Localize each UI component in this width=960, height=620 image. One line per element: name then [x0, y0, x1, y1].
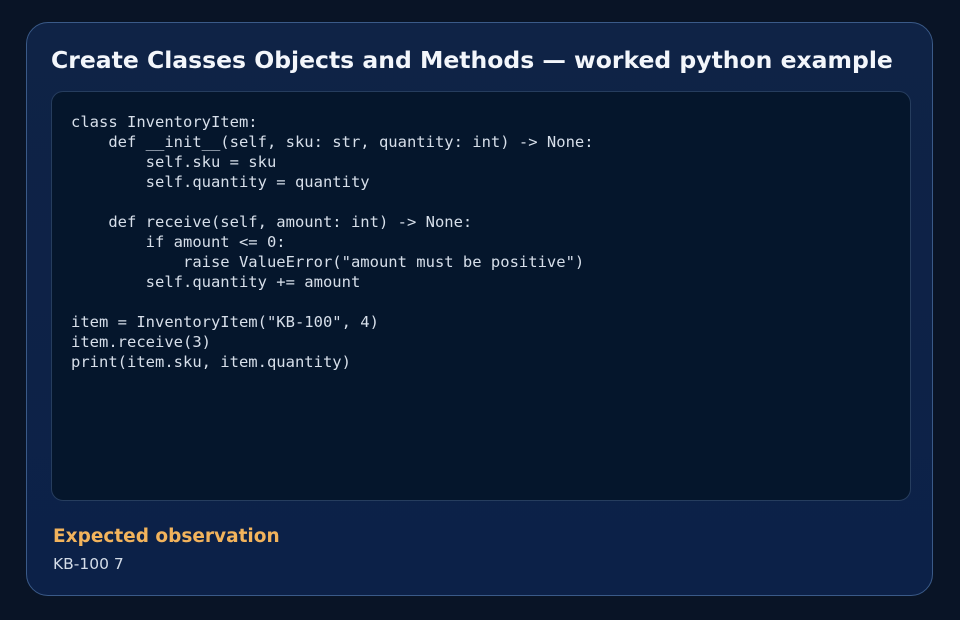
page-title: Create Classes Objects and Methods — wor…	[51, 46, 893, 74]
code-block: class InventoryItem: def __init__(self, …	[51, 91, 911, 501]
expected-observation-value: KB-100 7	[53, 555, 124, 573]
code-text: class InventoryItem: def __init__(self, …	[71, 113, 594, 371]
example-card: Create Classes Objects and Methods — wor…	[26, 22, 933, 596]
expected-observation-label: Expected observation	[53, 526, 280, 547]
